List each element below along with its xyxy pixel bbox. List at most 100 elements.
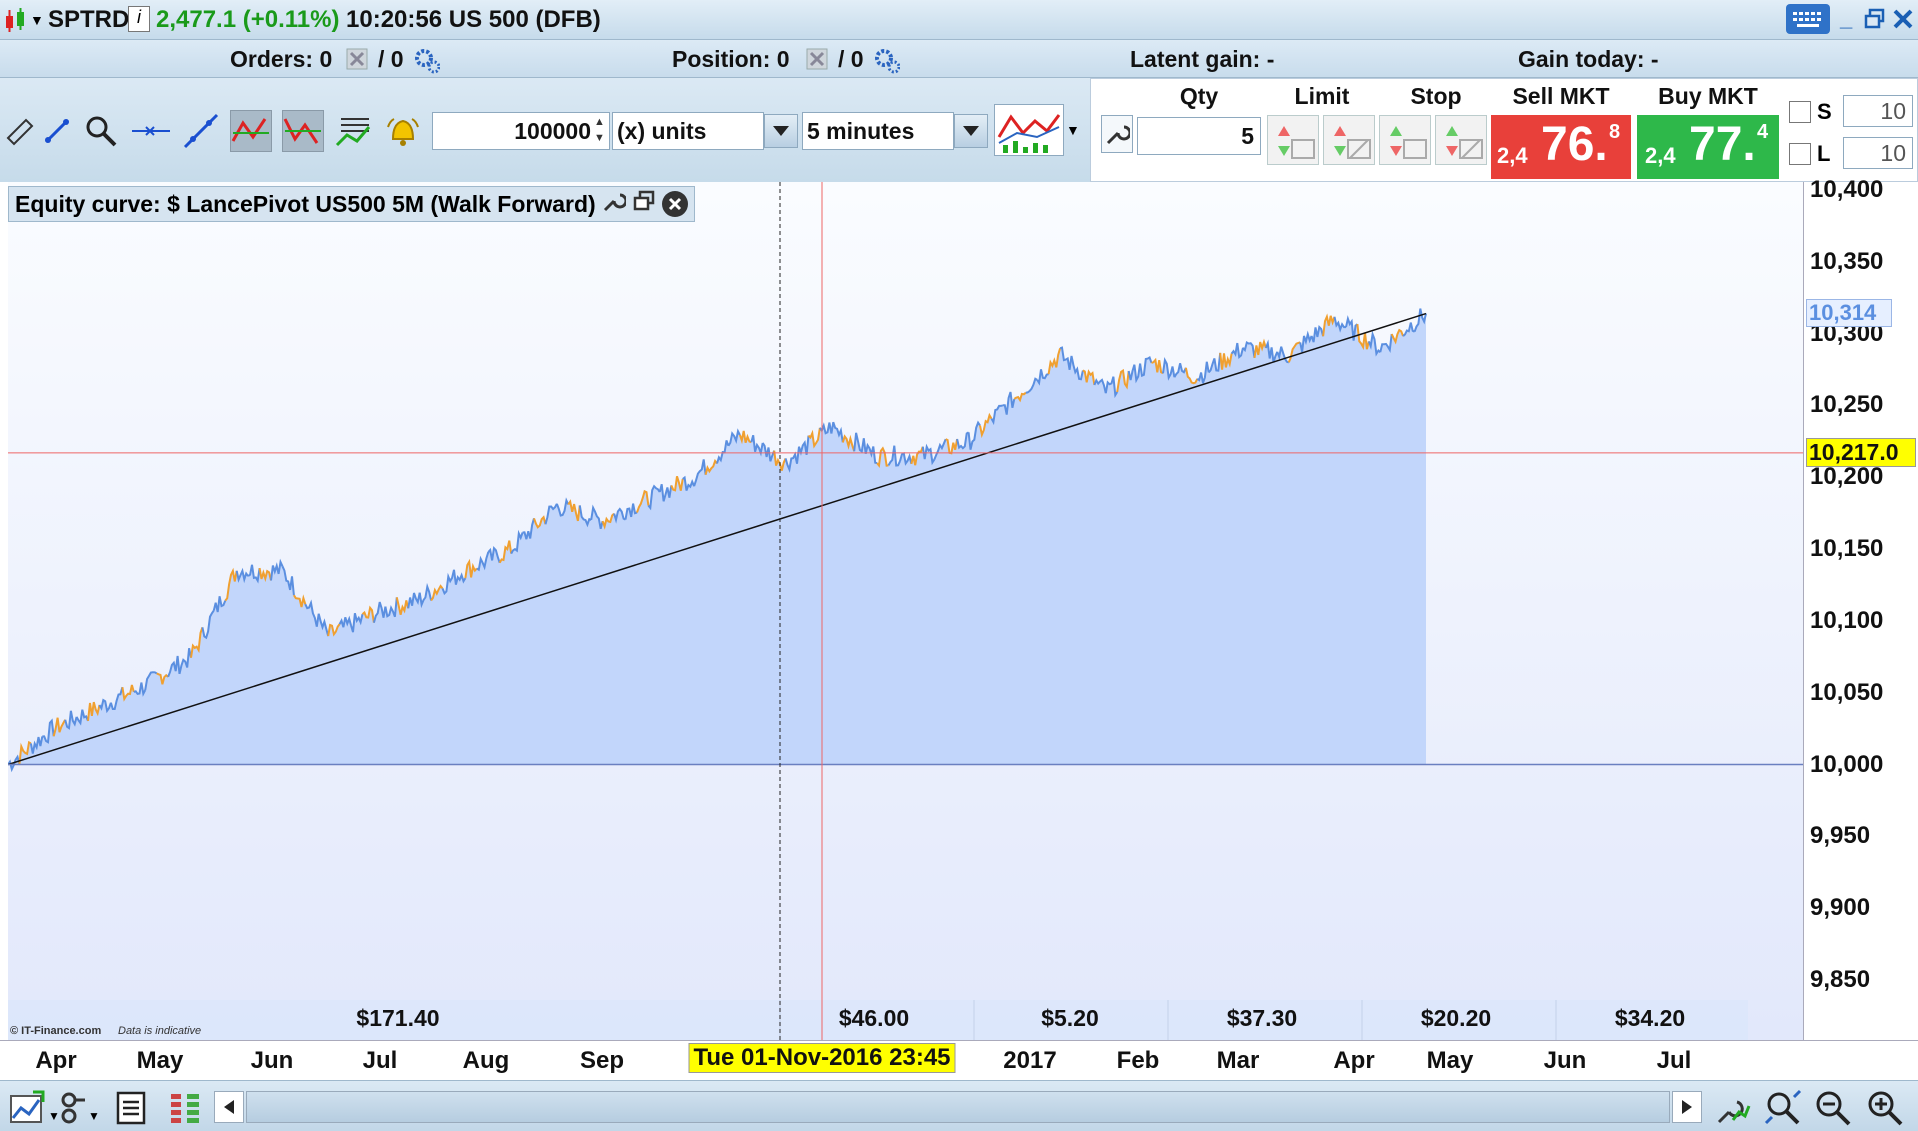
indicators-dropdown-icon[interactable]: ▼ bbox=[1066, 122, 1080, 138]
position-label: Position: 0 bbox=[672, 46, 790, 72]
settings-wrench-icon[interactable] bbox=[1101, 115, 1133, 153]
time-market: 10:20:56 US 500 (DFB) bbox=[346, 6, 601, 33]
period-profit-label: $37.30 bbox=[1227, 1005, 1297, 1031]
sell-header: Sell MKT bbox=[1512, 83, 1610, 109]
units-dropdown-icon[interactable] bbox=[764, 114, 798, 148]
latent-gain: Latent gain: - bbox=[1130, 46, 1275, 72]
cancel-orders-icon[interactable] bbox=[346, 48, 368, 75]
symbol-dropdown-icon[interactable]: ▼ bbox=[30, 12, 44, 28]
info-icon[interactable]: i bbox=[128, 6, 150, 32]
chart-type-icon[interactable] bbox=[8, 1089, 46, 1127]
interval-dropdown-icon[interactable] bbox=[954, 114, 988, 148]
stop-buy-icon[interactable] bbox=[1435, 115, 1487, 165]
horizontal-line-icon[interactable] bbox=[130, 110, 172, 152]
x-tick-label: Sep bbox=[579, 1047, 625, 1074]
restore-icon[interactable] bbox=[1864, 8, 1886, 35]
object-tree-dropdown-icon[interactable]: ▼ bbox=[88, 1109, 100, 1123]
x-tick-label: 2017 bbox=[1003, 1047, 1057, 1074]
trade-panel: Qty 5 Limit Stop Sell MKT 2,4 76. 8 Buy … bbox=[1090, 78, 1918, 182]
x-tick-label: Apr bbox=[35, 1047, 77, 1074]
interval-select-value: 5 minutes bbox=[807, 117, 915, 144]
position-slash: / 0 bbox=[838, 46, 864, 72]
symbol-label[interactable]: SPTRD bbox=[48, 6, 129, 34]
l-input[interactable]: 10 bbox=[1843, 137, 1913, 169]
zoom-fit-icon[interactable] bbox=[1764, 1089, 1802, 1127]
quantity-spinner-icon[interactable]: ▲ ▼ bbox=[594, 114, 605, 146]
candlestick-icon[interactable] bbox=[4, 8, 28, 39]
units-select[interactable]: (x) units bbox=[612, 112, 764, 150]
sell-prefix: 2,4 bbox=[1497, 143, 1528, 168]
y-axis[interactable]: 10,400 10,350 10,300 10,250 10,200 10,150 10,1… bbox=[1803, 176, 1918, 1040]
zoom-search-icon[interactable] bbox=[80, 110, 122, 152]
buy-sup: 4 bbox=[1757, 121, 1769, 143]
x-tick-label: May bbox=[1426, 1047, 1474, 1074]
chart-settings-wrench-icon[interactable] bbox=[602, 189, 628, 219]
units-select-value: (x) units bbox=[617, 117, 707, 144]
x-tick-label: May bbox=[136, 1047, 184, 1074]
qty-input[interactable]: 5 bbox=[1137, 117, 1261, 155]
position-gear-icon[interactable] bbox=[872, 46, 901, 79]
period-profit-label: $171.40 bbox=[356, 1005, 439, 1031]
stop-header: Stop bbox=[1410, 83, 1462, 109]
report-icon[interactable] bbox=[112, 1089, 150, 1127]
y-tick-label: 9,900 bbox=[1810, 894, 1871, 922]
y-tick-label: 10,050 bbox=[1810, 678, 1884, 706]
scroll-right-button[interactable] bbox=[1672, 1091, 1702, 1123]
x-axis[interactable]: Apr May Jun Jul Aug Sep Tue 01-Nov-2016 23:45 2… bbox=[0, 1040, 1918, 1080]
horizontal-scrollbar[interactable] bbox=[246, 1091, 1670, 1123]
s-checkbox[interactable] bbox=[1789, 101, 1811, 123]
buy-header: Buy MKT bbox=[1658, 83, 1758, 109]
l-value: 10 bbox=[1880, 139, 1906, 166]
orders-gear-icon[interactable] bbox=[412, 46, 441, 79]
x-tick-label: Jul bbox=[362, 1047, 398, 1074]
chart-title-bar[interactable]: Equity curve: $ LancePivot US500 5M (Wal… bbox=[8, 186, 695, 222]
zoom-in-icon[interactable] bbox=[1866, 1089, 1904, 1127]
alert-bell-icon[interactable] bbox=[382, 110, 424, 152]
limit-sell-icon[interactable] bbox=[1267, 115, 1319, 165]
period-profit-label: $5.20 bbox=[1041, 1005, 1099, 1031]
chart-restore-icon[interactable] bbox=[632, 189, 656, 219]
y-tick-label: 10,400 bbox=[1810, 176, 1884, 203]
limit-buy-icon[interactable] bbox=[1323, 115, 1375, 165]
trendline-icon[interactable] bbox=[180, 110, 222, 152]
chart-area[interactable]: $171.40 $46.00 $5.20 $37.30 $20.20 $34.20 © I… bbox=[0, 176, 1918, 1040]
draw-line-points-icon[interactable] bbox=[36, 110, 78, 152]
qty-value: 5 bbox=[1241, 122, 1254, 149]
zoom-out-icon[interactable] bbox=[1814, 1089, 1852, 1127]
orderbook-icon[interactable] bbox=[166, 1089, 204, 1127]
scroll-left-button[interactable] bbox=[214, 1091, 244, 1123]
x-tick-label: Apr bbox=[1333, 1047, 1375, 1074]
sell-market-button[interactable]: 2,4 76. 8 bbox=[1491, 115, 1631, 179]
sell-sup: 8 bbox=[1609, 121, 1621, 143]
keyboard-icon[interactable] bbox=[1786, 4, 1830, 34]
y-tick-label: 9,850 bbox=[1810, 966, 1871, 993]
chart-properties-icon[interactable] bbox=[1714, 1089, 1752, 1127]
strategy-chart-icon[interactable] bbox=[334, 110, 376, 152]
orders-label: Orders: 0 bbox=[230, 46, 333, 72]
buy-signal-icon[interactable] bbox=[230, 110, 272, 152]
y-tick-label: 10,000 bbox=[1810, 750, 1884, 778]
chart-close-icon[interactable] bbox=[661, 191, 688, 217]
s-value: 10 bbox=[1880, 97, 1906, 124]
y-tick-label: 10,350 bbox=[1810, 247, 1884, 275]
sell-signal-icon[interactable] bbox=[282, 110, 324, 152]
indicators-icon[interactable] bbox=[994, 104, 1064, 156]
minimize-icon[interactable]: _ bbox=[1840, 6, 1852, 32]
x-tick-label: Feb bbox=[1116, 1047, 1160, 1074]
period-profit-label: $20.20 bbox=[1421, 1005, 1491, 1031]
quantity-input[interactable]: 100000 bbox=[432, 112, 610, 150]
crosshair-date-label: Tue 01-Nov-2016 23:45 bbox=[688, 1043, 956, 1073]
close-icon[interactable] bbox=[1892, 8, 1914, 35]
stop-sell-icon[interactable] bbox=[1379, 115, 1431, 165]
chart-title: Equity curve: $ LancePivot US500 5M (Wal… bbox=[15, 190, 596, 217]
s-input[interactable]: 10 bbox=[1843, 95, 1913, 127]
l-checkbox[interactable] bbox=[1789, 143, 1811, 165]
crosshair-value-label: 10,217.0 bbox=[1806, 437, 1916, 467]
interval-select[interactable]: 5 minutes bbox=[802, 112, 954, 150]
equity-plot[interactable]: $171.40 $46.00 $5.20 $37.30 $20.20 $34.20 © I… bbox=[8, 182, 1803, 1040]
drawing-toolbar: 100000 ▲ ▼ (x) units 5 minutes ▼ bbox=[0, 78, 1090, 182]
x-tick-label: Jun bbox=[250, 1047, 294, 1074]
buy-market-button[interactable]: 2,4 77. 4 bbox=[1637, 115, 1779, 179]
x-tick-label: Aug bbox=[462, 1047, 510, 1074]
close-position-icon[interactable] bbox=[806, 48, 828, 75]
